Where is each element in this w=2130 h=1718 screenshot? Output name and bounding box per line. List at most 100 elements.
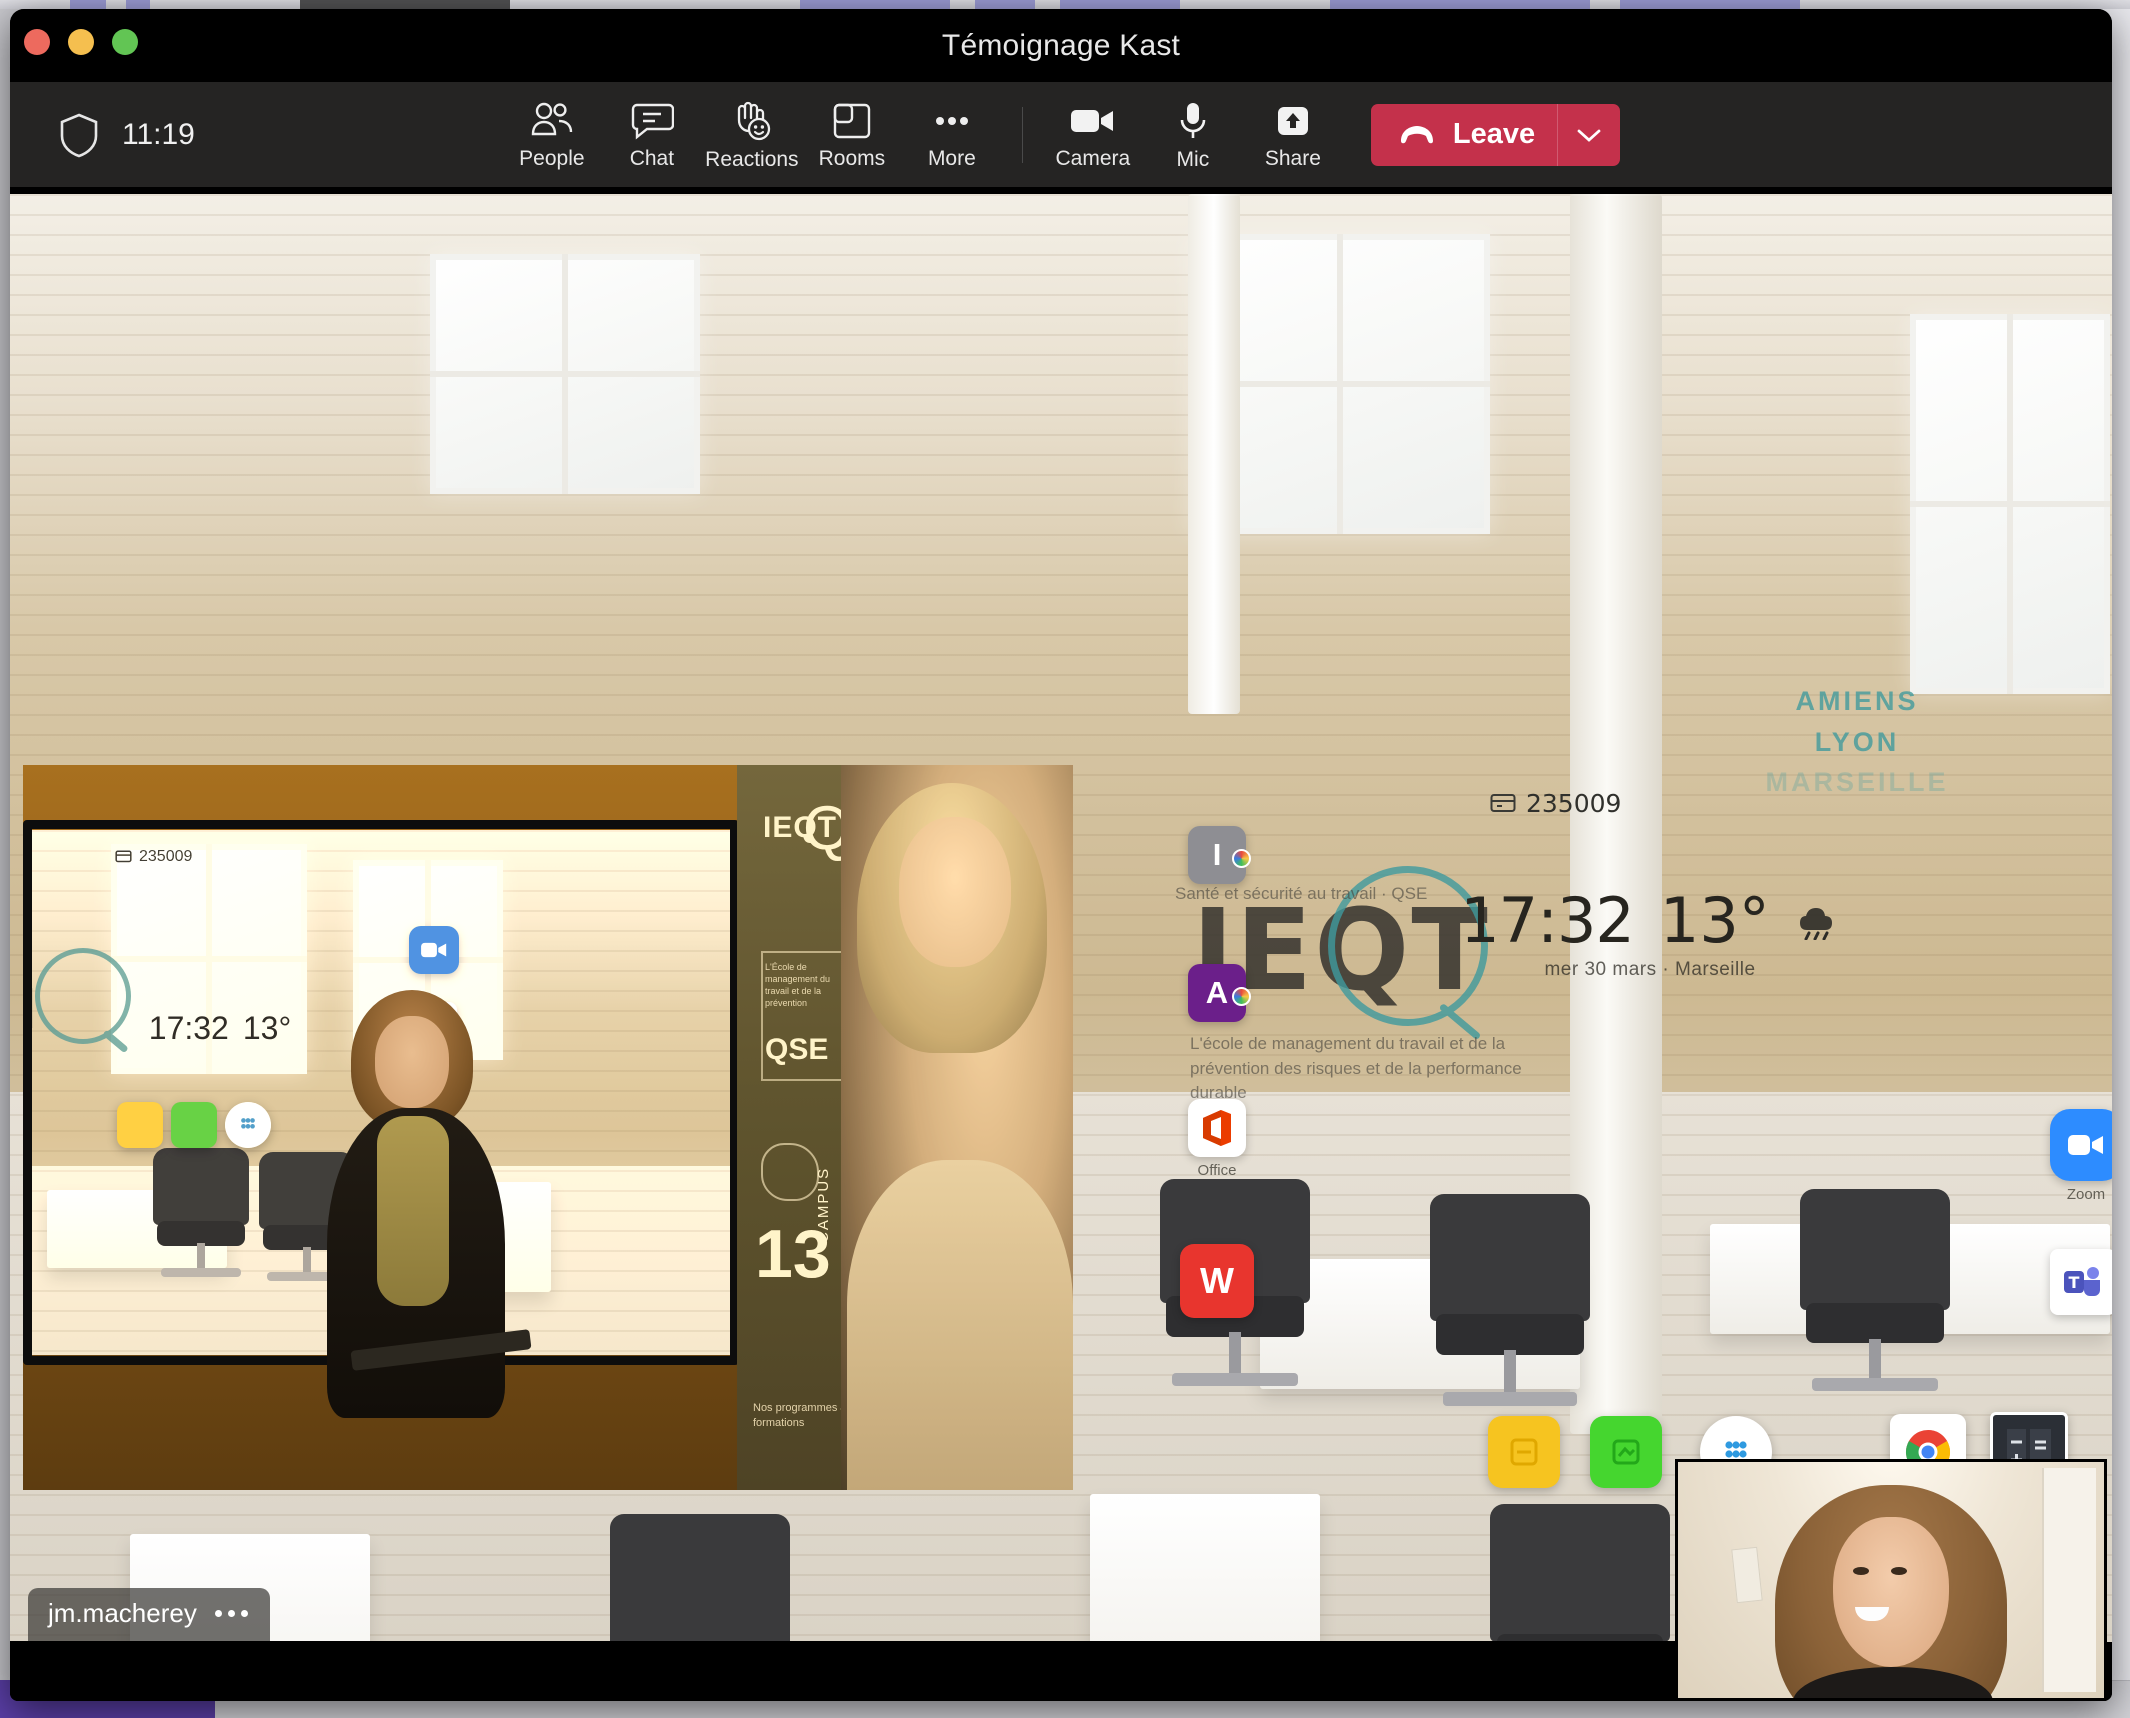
clock-row: 17:32 13°: [1460, 884, 1832, 957]
chevron-down-icon: [1577, 129, 1601, 142]
self-view-door: [2042, 1468, 2096, 1692]
teams-icon: T: [2050, 1249, 2112, 1315]
leave-dropdown-button[interactable]: [1558, 126, 1620, 144]
toolbar-center-group: People Chat Reactions Rooms More Camera …: [10, 82, 2112, 187]
camera-button[interactable]: Camera: [1043, 89, 1143, 181]
city-lyon: LYON: [1814, 726, 1900, 757]
banner-qse: QSE: [765, 1033, 829, 1066]
self-view-thumbnail[interactable]: [1675, 1459, 2107, 1701]
zoom-icon: [2050, 1109, 2112, 1181]
rooms-button[interactable]: Rooms: [802, 89, 902, 181]
chat-icon: [630, 101, 674, 141]
desktop-icon-teams[interactable]: T: [2050, 1249, 2112, 1315]
desktop-icon-zoom[interactable]: Zoom: [2050, 1109, 2112, 1203]
office-chair-5: [1490, 1504, 1670, 1642]
svg-text:T: T: [2069, 1273, 2080, 1292]
clock-temperature: 13°: [1659, 884, 1770, 957]
camera-label: Camera: [1055, 146, 1131, 170]
wall-subtitle: Santé et sécurité au travail · QSE: [1175, 884, 1428, 903]
taskbar-green-app-icon[interactable]: [1590, 1416, 1662, 1488]
taskbar-notes-icon[interactable]: [1488, 1416, 1560, 1488]
office-pillar-left: [1188, 194, 1240, 714]
ieqt-rollup-banner: IEQT Q L'École de management du travail …: [737, 765, 1073, 1490]
leave-divider: [1557, 103, 1559, 166]
people-icon: [529, 101, 575, 141]
breakout-rooms-icon: [831, 101, 873, 141]
shared-clock-widget: 17:32 13° mer 30 mars · Marseille: [1460, 884, 1832, 981]
camera-icon: [1067, 101, 1119, 141]
office-icon: [1188, 1099, 1246, 1157]
self-view-person: [1775, 1485, 2007, 1698]
share-screen-icon: [1273, 101, 1313, 141]
presenter-person: [323, 990, 573, 1490]
window-title: Témoignage Kast: [941, 29, 1181, 62]
banner-footer-text: Nos programmes & formations: [753, 1402, 848, 1430]
ellipsis-icon: [929, 101, 975, 141]
shared-meeting-id-value: 235009: [1526, 789, 1622, 818]
desktop-icon-acrobat[interactable]: A: [1188, 964, 1251, 1022]
participant-name-pill[interactable]: jm.macherey: [28, 1588, 270, 1641]
city-marseille: MARSEILLE: [1765, 767, 1949, 797]
poster-woman-shirt: [847, 1160, 1073, 1490]
background-browser-strip: [0, 0, 2130, 9]
mic-button[interactable]: Mic: [1143, 89, 1243, 181]
hangup-icon: [1397, 123, 1437, 147]
office-cabinet-2: [1090, 1494, 1320, 1642]
more-label: More: [927, 146, 976, 170]
info-icon-badge: [1232, 849, 1251, 868]
display-icon: [1490, 793, 1516, 815]
toolbar-divider: [1021, 106, 1023, 163]
shared-meeting-id: 235009: [1490, 789, 1621, 818]
acrobat-icon-badge: [1232, 987, 1251, 1006]
chat-button[interactable]: Chat: [602, 89, 702, 181]
wall-body-text: L'école de management du travail et de l…: [1190, 1034, 1522, 1103]
people-label: People: [519, 146, 585, 170]
participant-name-label: jm.macherey: [48, 1598, 197, 1628]
window-titlebar: Témoignage Kast: [10, 9, 2112, 82]
clock-time: 17:32: [1460, 884, 1635, 957]
raised-hand-icon: [729, 100, 775, 142]
mic-label: Mic: [1176, 147, 1210, 171]
teams-meeting-window: Témoignage Kast 11:19 People Chat Reacti…: [10, 9, 2112, 1701]
presenter-scarf: [377, 1116, 449, 1306]
poster-woman-face: [899, 817, 1011, 967]
share-label: Share: [1264, 146, 1321, 170]
participant-video-left[interactable]: 235009 I 235009 17:32 13°: [23, 765, 1073, 1490]
banner-campus-word: CAMPUS: [815, 1166, 832, 1243]
city-amiens: AMIENS: [1795, 686, 1919, 716]
clock-date-line: mer 30 mars · Marseille: [1544, 959, 1756, 980]
wps-icon: W: [1180, 1244, 1254, 1318]
video-letterbox: [10, 1641, 1682, 1701]
office-chair-3: [1800, 1189, 1950, 1409]
banner-tagline: L'École de management du travail et de l…: [765, 962, 831, 1009]
office-icon-label: Office: [1197, 1162, 1237, 1179]
presenter-face: [375, 1016, 449, 1108]
office-chair-4: [610, 1514, 790, 1642]
office-chair-2: [1430, 1194, 1590, 1424]
self-view-wall-switch: [1731, 1546, 1763, 1604]
wall-city-list: AMIENS LYON MARSEILLE: [1752, 681, 1962, 803]
more-button[interactable]: More: [902, 89, 1002, 181]
chat-label: Chat: [629, 146, 675, 170]
self-view-eye-left: [1853, 1567, 1869, 1576]
people-button[interactable]: People: [502, 89, 602, 181]
meeting-stage: IEQT Santé et sécurité au travail · QSE …: [10, 187, 2112, 1701]
reactions-label: Reactions: [705, 147, 799, 171]
share-button[interactable]: Share: [1243, 89, 1343, 181]
reactions-button[interactable]: Reactions: [702, 89, 802, 181]
zoom-icon-label: Zoom: [2066, 1186, 2106, 1203]
desktop-icon-info[interactable]: I: [1188, 826, 1251, 884]
self-view-eye-right: [1891, 1567, 1907, 1576]
leave-button[interactable]: Leave: [1370, 103, 1621, 166]
leave-button-body[interactable]: Leave: [1371, 118, 1557, 151]
self-view-face: [1833, 1517, 1949, 1668]
rooms-label: Rooms: [818, 146, 886, 170]
participant-more-options-button[interactable]: [214, 1610, 248, 1617]
rain-icon: [1796, 900, 1840, 940]
desktop-icon-wps[interactable]: W: [1180, 1244, 1254, 1318]
meeting-toolbar: 11:19 People Chat Reactions Rooms More C…: [10, 82, 2112, 187]
banner-france-map-icon: [761, 1143, 819, 1201]
leave-label: Leave: [1452, 118, 1536, 150]
microphone-icon: [1176, 100, 1210, 142]
desktop-icon-office[interactable]: Office: [1188, 1099, 1246, 1179]
